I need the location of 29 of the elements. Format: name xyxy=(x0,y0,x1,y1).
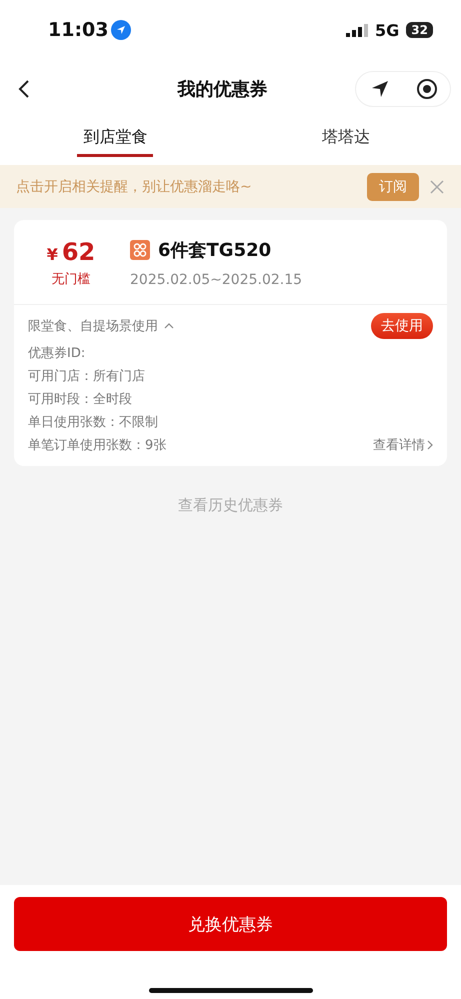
brand-icon xyxy=(130,240,150,260)
coupon-name: 6件套TG520 xyxy=(158,239,272,262)
currency-symbol: ¥ xyxy=(46,245,58,264)
chevron-icon xyxy=(164,323,174,329)
back-icon[interactable] xyxy=(18,79,30,99)
detail-line: 可用门店：所有门店 xyxy=(28,368,146,385)
chevron-right-icon xyxy=(427,440,433,450)
detail-line: 可用时段：全时段 xyxy=(28,391,133,408)
tab[interactable]: 到店堂食 xyxy=(0,118,230,165)
validity-dates: 2025.02.05~2025.02.15 xyxy=(130,272,302,288)
detail-line: 单笔订单使用张数：9张 xyxy=(28,437,166,454)
signal-icon xyxy=(346,24,368,36)
page-title: 我的优惠券 xyxy=(176,78,268,101)
detail-line: 优惠券ID: xyxy=(28,345,86,362)
network-label: 5G xyxy=(375,20,400,40)
scope-toggle[interactable]: 限堂食、自提场景使用 xyxy=(28,317,174,335)
details-link[interactable]: 查看详情 xyxy=(373,436,433,454)
coupon-amount: 62 xyxy=(62,238,96,266)
detail-line: 单日使用张数：不限制 xyxy=(28,414,159,431)
redeem-button[interactable]: 兑换优惠券 xyxy=(14,897,447,951)
notice-text: 点击开启相关提醒，别让优惠溜走咯~ xyxy=(16,178,253,196)
battery-indicator: 32 xyxy=(406,22,433,38)
target-icon[interactable] xyxy=(416,78,438,100)
status-time: 11:03 xyxy=(48,19,108,41)
tab[interactable]: 塔塔达 xyxy=(230,118,461,165)
threshold-label: 无门槛 xyxy=(52,271,90,288)
use-button[interactable]: 去使用 xyxy=(371,313,433,339)
navigation-arrow-icon[interactable] xyxy=(370,79,390,99)
subscribe-button[interactable]: 订阅 xyxy=(367,172,419,200)
